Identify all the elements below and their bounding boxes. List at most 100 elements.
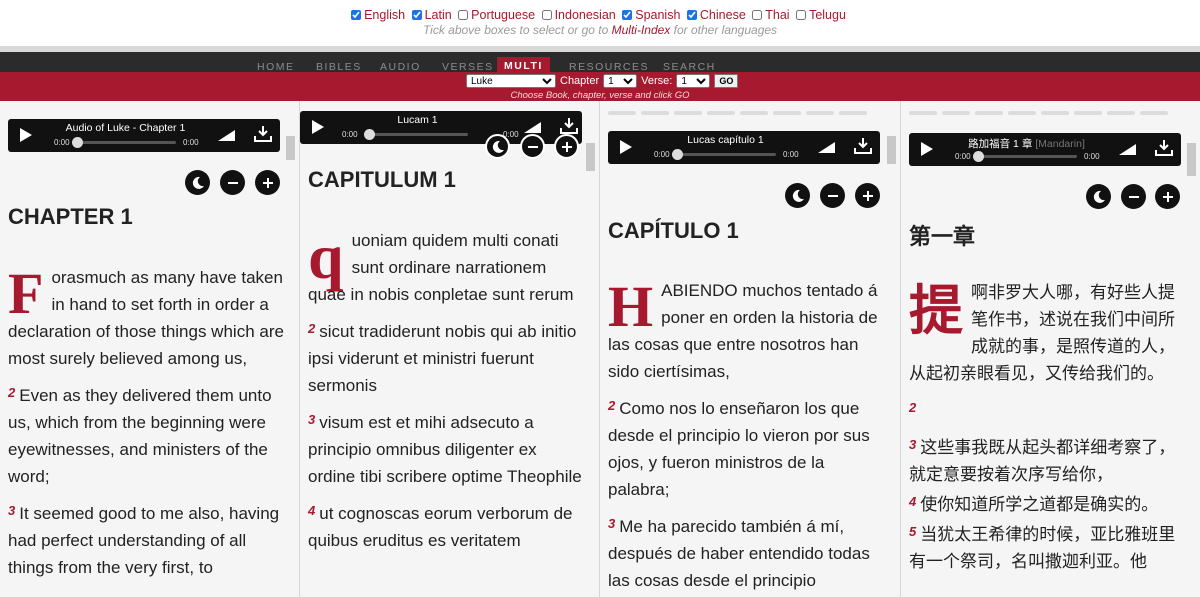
audio-progress-track[interactable] (368, 133, 468, 136)
audio-seek-handle[interactable] (364, 129, 375, 140)
verse-number: 4 (308, 503, 316, 518)
download-icon[interactable] (1154, 138, 1174, 163)
chapter-text: q uoniam quidem multi conati sunt ordinar… (308, 221, 584, 561)
download-icon[interactable] (253, 124, 273, 149)
night-mode-toggle[interactable] (785, 183, 810, 208)
verse-number: 2 (909, 400, 917, 415)
portuguese-checkbox[interactable] (458, 10, 469, 20)
moon-icon (491, 140, 505, 154)
english-checkbox[interactable] (351, 10, 362, 20)
scrollbar-thumb[interactable] (887, 136, 896, 164)
verse-number: 2 (308, 321, 316, 336)
plus-icon (1162, 191, 1174, 203)
verse-1: Forasmuch as many have taken in hand to … (8, 261, 284, 369)
volume-icon[interactable] (1119, 144, 1136, 155)
verse-number: 3 (8, 503, 16, 518)
night-mode-toggle[interactable] (485, 134, 510, 159)
audio-title: Lucam 1 (397, 114, 438, 126)
verse-label: Verse: (641, 75, 673, 87)
night-mode-toggle[interactable] (185, 170, 210, 195)
book-select[interactable]: Luke (466, 74, 556, 88)
increase-font-button[interactable] (1155, 184, 1180, 209)
language-option-telugu[interactable]: Telugu (796, 8, 846, 22)
audio-progress-track[interactable] (676, 153, 776, 156)
multi-index-link[interactable]: Multi-Index (612, 23, 671, 37)
multi-column-view: Audio of Luke - Chapter 1 0:00 0:00 CHAP… (0, 101, 1200, 597)
moon-icon (191, 176, 205, 190)
increase-font-button[interactable] (255, 170, 280, 195)
verse-number: 3 (909, 437, 917, 452)
chapter-select[interactable]: 1 (603, 74, 638, 88)
audio-progress-track[interactable] (977, 155, 1077, 158)
verse-3: 3 Me ha parecido también á mí, después de… (608, 516, 870, 590)
bible-column-english: Audio of Luke - Chapter 1 0:00 0:00 CHAP… (0, 101, 300, 597)
language-checkbox-list: English Latin Portuguese Indonesian Span… (0, 8, 1200, 22)
nav-multi[interactable]: MULTI (497, 57, 550, 72)
language-option-latin[interactable]: Latin (411, 8, 452, 22)
verse-number: 5 (909, 524, 917, 539)
plus-icon (262, 177, 274, 189)
main-nav: HOME BIBLES AUDIO VERSES MULTI RESOURCES… (0, 52, 1200, 73)
audio-progress-track[interactable] (76, 141, 176, 144)
moon-icon (791, 189, 805, 203)
verse-select[interactable]: 1 (676, 74, 711, 88)
language-hint: Tick above boxes to select or go to Mult… (422, 23, 778, 37)
audio-current-time: 0:00 (654, 150, 670, 159)
latin-checkbox[interactable] (411, 10, 422, 20)
increase-font-button[interactable] (554, 134, 579, 159)
verse-number: 2 (608, 398, 616, 413)
increase-font-button[interactable] (855, 183, 880, 208)
audio-seek-handle[interactable] (72, 137, 83, 148)
plus-icon (561, 141, 573, 153)
bible-column-chinese: 路加福音 1 章 [Mandarin] 0:00 0:00 第一章 提啊非罗大人… (901, 101, 1200, 597)
volume-icon[interactable] (218, 130, 235, 141)
language-option-english[interactable]: English (351, 8, 405, 22)
audio-player: Audio of Luke - Chapter 1 0:00 0:00 (8, 119, 280, 152)
verse-2: 2 sicut tradiderunt nobis qui ab initio i… (308, 321, 577, 395)
chapter-title: CAPITULUM 1 (308, 167, 456, 192)
go-button[interactable]: GO (714, 74, 739, 88)
decrease-font-button[interactable] (820, 183, 845, 208)
drop-cap: H (608, 274, 654, 339)
minus-icon (827, 190, 839, 202)
audio-seek-handle[interactable] (672, 149, 683, 160)
audio-duration: 0:00 (183, 138, 199, 147)
volume-icon[interactable] (818, 142, 835, 153)
scrollbar-thumb[interactable] (1187, 143, 1196, 176)
play-icon[interactable] (20, 128, 32, 142)
play-icon[interactable] (312, 120, 324, 134)
language-option-indonesian[interactable]: Indonesian (541, 8, 616, 22)
language-option-thai[interactable]: Thai (752, 8, 790, 22)
spanish-checkbox[interactable] (622, 10, 633, 20)
selector-hint: Choose Book, chapter, verse and click GO (510, 90, 690, 101)
audio-title: Lucas capítulo 1 (687, 134, 764, 146)
decrease-font-button[interactable] (520, 134, 545, 159)
drop-cap: q (308, 221, 344, 292)
language-option-spanish[interactable]: Spanish (622, 8, 680, 22)
language-option-chinese[interactable]: Chinese (686, 8, 746, 22)
verse-3: 3 这些事我既从起头都详细考察了，就定意要按着次序写给你， (909, 437, 1176, 484)
audio-current-time: 0:00 (54, 138, 70, 147)
decrease-font-button[interactable] (220, 170, 245, 195)
indonesian-checkbox[interactable] (541, 10, 552, 20)
play-icon[interactable] (921, 142, 933, 156)
verse-4: 4 ut cognoscas eorum verborum de quibus e… (308, 503, 573, 550)
night-mode-toggle[interactable] (1086, 184, 1111, 209)
audio-duration: 0:00 (783, 150, 799, 159)
volume-icon[interactable] (524, 122, 541, 133)
chinese-checkbox[interactable] (686, 10, 697, 20)
audio-seek-handle[interactable] (973, 151, 984, 162)
decrease-font-button[interactable] (1121, 184, 1146, 209)
audio-current-time: 0:00 (342, 130, 358, 139)
download-icon[interactable] (853, 136, 873, 161)
thai-checkbox[interactable] (752, 10, 763, 20)
scrollbar-thumb[interactable] (286, 136, 295, 160)
audio-title: 路加福音 1 章 [Mandarin] (968, 138, 1085, 150)
telugu-checkbox[interactable] (796, 10, 807, 20)
play-icon[interactable] (620, 140, 632, 154)
scrollbar-thumb[interactable] (586, 143, 595, 171)
verse-number: 3 (308, 412, 316, 427)
moon-icon (1092, 190, 1106, 204)
language-option-portuguese[interactable]: Portuguese (458, 8, 535, 22)
chapter-text: Forasmuch as many have taken in hand to … (8, 264, 284, 588)
